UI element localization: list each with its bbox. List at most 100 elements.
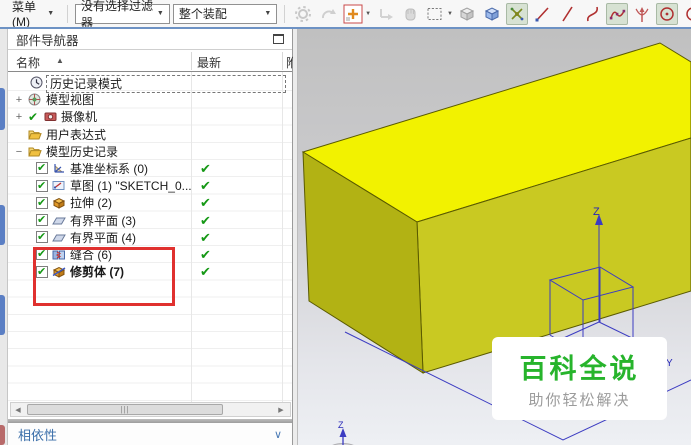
column-clipped: 附 xyxy=(286,56,293,70)
check-icon: ✔ xyxy=(37,196,47,209)
expand-icon[interactable]: + xyxy=(14,109,24,125)
cube-gray-icon[interactable] xyxy=(456,3,478,25)
tree-row-datum-csys[interactable]: ✔ 基准坐标系 (0) ✔ xyxy=(8,160,292,177)
tree-row-label: 有界平面 (4) xyxy=(70,230,137,245)
scrollbar-thumb[interactable]: ||| xyxy=(27,404,223,415)
selection-scope-combo[interactable]: 整个装配 ▼ xyxy=(172,3,278,24)
column-name[interactable]: 名称 xyxy=(16,54,40,71)
panel-viewport-splitter[interactable] xyxy=(293,29,298,445)
tree-row-label: 摄像机 xyxy=(61,110,98,125)
check-icon: ✔ xyxy=(37,231,47,244)
tree-row-trim-body[interactable]: ✔ 修剪体 (7) ✔ xyxy=(8,263,292,280)
scroll-right-icon[interactable]: ▶ xyxy=(274,406,288,414)
view-triad: Z xyxy=(332,420,354,445)
tree-row-bounded-plane[interactable]: ✔ 有界平面 (4) ✔ xyxy=(8,229,292,246)
tree-row-model-views[interactable]: + 模型视图 xyxy=(8,91,292,108)
tree-row-cameras[interactable]: + ✔ 摄像机 xyxy=(8,108,292,125)
tree-row-label: 拉伸 (2) xyxy=(70,196,113,211)
cube-shaded-icon[interactable] xyxy=(481,3,503,25)
float-panel-icon[interactable] xyxy=(273,34,284,44)
arc-partial-icon[interactable] xyxy=(681,3,691,25)
collapse-icon[interactable]: − xyxy=(14,144,24,160)
chevron-down-icon: ▼ xyxy=(156,10,164,17)
chevron-down-icon[interactable]: ▼ xyxy=(365,11,371,17)
tree-row-label: 模型视图 xyxy=(46,93,95,108)
line-icon[interactable] xyxy=(531,3,553,25)
selection-filter-combo[interactable]: 没有选择过滤器 ▼ xyxy=(74,0,170,30)
graphics-viewport[interactable]: Z Y Z 百科全说 助你轻松解决 xyxy=(293,29,691,445)
marquee-select-icon[interactable] xyxy=(424,3,446,25)
tree-row-sew[interactable]: ✔ 缝合 (6) ✔ xyxy=(8,246,292,263)
datum-axis-icon[interactable] xyxy=(631,3,653,25)
column-up-to-date[interactable]: 最新 xyxy=(197,54,221,71)
watermark: 百科全说 助你轻松解决 xyxy=(492,337,667,420)
resource-icon-sliver xyxy=(0,425,5,445)
resource-icon-sliver xyxy=(0,88,5,130)
tree-row-label: 基准坐标系 (0) xyxy=(70,161,149,176)
feature-checkbox[interactable]: ✔ xyxy=(36,248,48,261)
check-icon: ✔ xyxy=(37,179,47,192)
arc-icon[interactable] xyxy=(581,3,603,25)
watermark-subtitle: 助你轻松解决 xyxy=(528,392,631,409)
gear-icon[interactable] xyxy=(292,3,314,25)
swap-arrow-icon[interactable] xyxy=(374,3,396,25)
tree-row-extrude[interactable]: ✔ 拉伸 (2) ✔ xyxy=(8,194,292,211)
column-divider xyxy=(191,52,192,70)
tree-row-label: 模型历史记录 xyxy=(46,144,119,159)
horizontal-scrollbar[interactable]: ◀ ||| ▶ xyxy=(10,402,291,417)
menu-label: 菜单(M) xyxy=(12,0,37,29)
toolbar-separator xyxy=(284,4,286,23)
feature-checkbox[interactable]: ✔ xyxy=(36,196,48,209)
sort-ascending-icon[interactable]: ▲ xyxy=(56,56,64,65)
circle-icon[interactable] xyxy=(656,2,678,25)
tree-row-label: 用户表达式 xyxy=(46,127,107,142)
tree-row-sketch[interactable]: ✔ 草图 (1) "SKETCH_0... ✔ xyxy=(8,177,292,194)
resource-icon-sliver xyxy=(0,205,5,245)
check-icon: ✔ xyxy=(37,265,47,278)
up-to-date-check-icon: ✔ xyxy=(200,195,211,211)
feature-checkbox[interactable]: ✔ xyxy=(36,162,48,175)
dependencies-section-header[interactable]: 相依性 ∨ xyxy=(8,423,292,445)
trim-body-icon xyxy=(52,265,66,282)
studio-spline-icon[interactable] xyxy=(606,2,628,25)
up-to-date-check-icon: ✔ xyxy=(200,246,211,262)
tree-row-label: 缝合 (6) xyxy=(70,247,113,262)
tree-row-label: 有界平面 (3) xyxy=(70,213,137,228)
feature-checkbox[interactable]: ✔ xyxy=(36,231,48,244)
add-to-selection-icon[interactable] xyxy=(342,3,364,25)
feature-tree: 历史记录模式 + 模型视图 + ✔ 摄像机 用户表达式 − 模型历史记录 ✔ 基… xyxy=(8,72,292,402)
navigator-column-header: 名称 ▲ 最新 附 xyxy=(8,50,293,72)
panel-title: 部件导航器 xyxy=(16,33,79,48)
tree-row-model-history[interactable]: − 模型历史记录 xyxy=(8,143,292,160)
resource-icon-sliver xyxy=(0,295,5,335)
feature-checkbox[interactable]: ✔ xyxy=(36,214,48,226)
tree-row-label: 修剪体 (7) xyxy=(70,265,125,280)
y-axis-label: Y xyxy=(666,358,673,369)
expand-icon[interactable]: + xyxy=(14,92,24,108)
pan-hand-icon[interactable] xyxy=(399,3,421,25)
check-icon: ✔ xyxy=(28,110,39,125)
top-toolbar: 菜单(M) ▼ 没有选择过滤器 ▼ 整个装配 ▼ ▼ ▼ xyxy=(0,0,691,30)
feature-checkbox[interactable]: ✔ xyxy=(36,265,48,278)
redo-arrow-icon[interactable] xyxy=(317,3,339,25)
column-divider xyxy=(282,52,283,70)
check-icon: ✔ xyxy=(37,214,47,226)
tree-row-bounded-plane[interactable]: ✔ 有界平面 (3) ✔ xyxy=(8,212,292,229)
tree-row-user-expressions[interactable]: 用户表达式 xyxy=(8,126,292,143)
toolbar-separator xyxy=(67,4,68,23)
feature-checkbox[interactable]: ✔ xyxy=(36,179,48,192)
up-to-date-check-icon: ✔ xyxy=(200,178,211,194)
resource-bar-strip[interactable] xyxy=(0,29,8,445)
part-navigator-panel: 部件导航器 名称 ▲ 最新 附 历史记录模式 + 模型视图 + ✔ 摄像机 用户… xyxy=(8,29,293,445)
chevron-down-icon: ▼ xyxy=(47,10,55,17)
line-2-icon[interactable] xyxy=(556,3,578,25)
chevron-down-icon[interactable]: ▼ xyxy=(447,11,453,17)
watermark-title: 百科全说 xyxy=(519,354,640,384)
check-icon: ✔ xyxy=(37,162,47,175)
tree-row-history-mode[interactable]: 历史记录模式 xyxy=(8,74,292,93)
tree-row-label: 草图 (1) "SKETCH_0... xyxy=(70,179,192,194)
up-to-date-check-icon: ✔ xyxy=(200,160,211,176)
snap-point-icon[interactable] xyxy=(506,2,528,25)
scroll-left-icon[interactable]: ◀ xyxy=(11,406,25,414)
selection-scope-value: 整个装配 xyxy=(178,7,227,21)
